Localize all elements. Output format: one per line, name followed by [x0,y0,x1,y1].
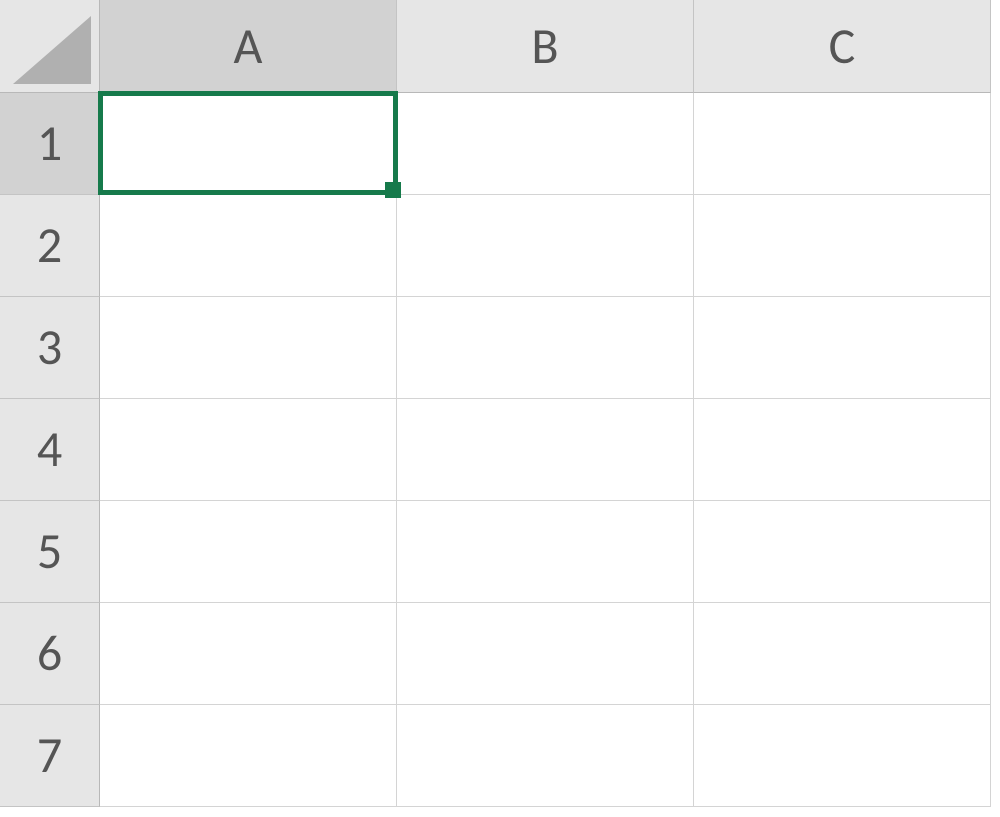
row-header-3[interactable]: 3 [0,297,100,399]
column-header-A[interactable]: A [100,0,397,93]
cell-B2[interactable] [397,195,694,297]
cell-B1[interactable] [397,93,694,195]
cell-B3[interactable] [397,297,694,399]
cell-B4[interactable] [397,399,694,501]
select-all-triangle-icon [13,16,91,84]
row-header-6[interactable]: 6 [0,603,100,705]
cell-A2[interactable] [100,195,397,297]
cell-C1[interactable] [694,93,991,195]
cell-A4[interactable] [100,399,397,501]
row-header-5[interactable]: 5 [0,501,100,603]
cell-A6[interactable] [100,603,397,705]
cell-C6[interactable] [694,603,991,705]
cell-C4[interactable] [694,399,991,501]
select-all-corner[interactable] [0,0,100,93]
row-header-7[interactable]: 7 [0,705,100,807]
cell-C7[interactable] [694,705,991,807]
row-header-1[interactable]: 1 [0,93,100,195]
column-header-B[interactable]: B [397,0,694,93]
cell-A3[interactable] [100,297,397,399]
cell-B7[interactable] [397,705,694,807]
cell-C3[interactable] [694,297,991,399]
cell-C2[interactable] [694,195,991,297]
cell-A1[interactable] [100,93,397,195]
row-header-4[interactable]: 4 [0,399,100,501]
cell-C5[interactable] [694,501,991,603]
cell-B5[interactable] [397,501,694,603]
column-header-C[interactable]: C [694,0,991,93]
cell-B6[interactable] [397,603,694,705]
spreadsheet-grid: A B C 1 2 3 4 5 6 7 [0,0,1000,817]
cell-A7[interactable] [100,705,397,807]
row-header-2[interactable]: 2 [0,195,100,297]
cell-A5[interactable] [100,501,397,603]
